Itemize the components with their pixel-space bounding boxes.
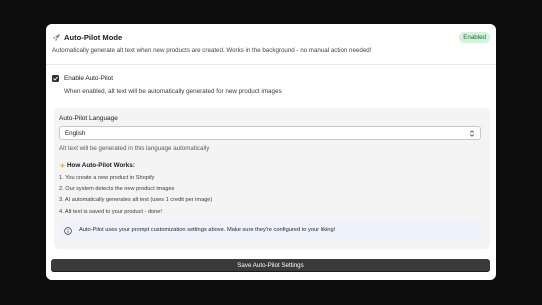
enable-auto-pilot-help: When enabled, alt text will be automatic… [64, 88, 282, 95]
card-description: Automatically generate alt text when new… [52, 47, 372, 54]
how-it-works-step: 1. You create a new product in Shopify [59, 175, 155, 181]
language-label: Auto-Pilot Language [59, 115, 118, 122]
language-select-value: English [65, 130, 86, 137]
card-title-text: Auto-Pilot Mode [64, 33, 123, 42]
enable-auto-pilot-label[interactable]: Enable Auto-Pilot [64, 75, 113, 82]
info-icon [64, 227, 72, 235]
auto-pilot-card: Auto-Pilot Mode Enabled Automatically ge… [46, 24, 496, 280]
how-it-works-title-text: How Auto-Pilot Works: [67, 162, 135, 169]
divider [46, 64, 496, 65]
card-title: Auto-Pilot Mode [52, 33, 122, 42]
how-it-works-step: 4. Alt text is saved to your product - d… [59, 209, 162, 215]
how-it-works-step: 3. AI automatically generates alt text (… [59, 197, 213, 203]
how-it-works-title: How Auto-Pilot Works: [59, 162, 135, 169]
sparkle-icon [59, 162, 66, 169]
info-banner-text: Auto-Pilot uses your prompt customizatio… [79, 227, 336, 233]
enable-auto-pilot-checkbox[interactable] [52, 75, 59, 82]
language-help: Alt text will be generated in this langu… [59, 145, 210, 152]
card-body: Auto-Pilot Mode Enabled Automatically ge… [46, 24, 496, 280]
checkmark-icon [53, 76, 58, 81]
save-auto-pilot-settings-button[interactable]: Save Auto-Pilot Settings [51, 259, 490, 272]
status-badge: Enabled [459, 32, 490, 43]
how-it-works-step: 2. Our system detects the new product im… [59, 186, 175, 192]
settings-panel: Auto-Pilot Language English Alt text wil… [54, 108, 490, 249]
language-select[interactable]: English [59, 126, 481, 140]
info-banner: Auto-Pilot uses your prompt customizatio… [59, 221, 481, 241]
chevron-up-down-icon [470, 130, 474, 137]
rocket-icon [53, 34, 60, 41]
